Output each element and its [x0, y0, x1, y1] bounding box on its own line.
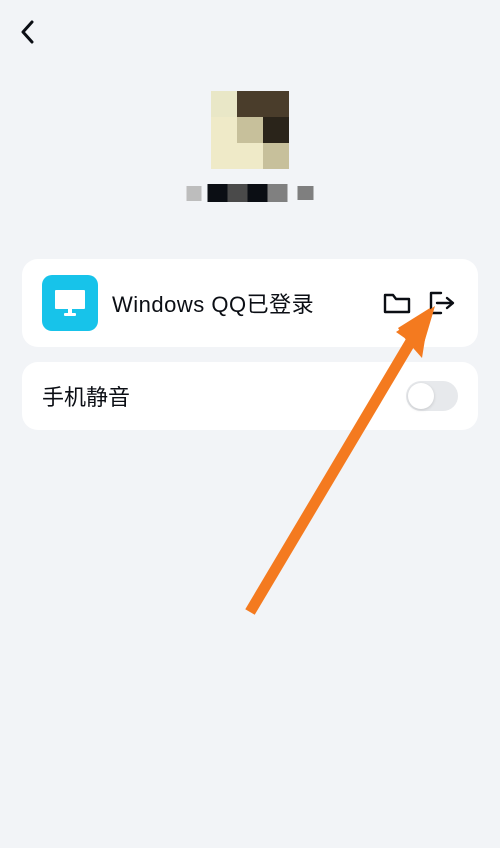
avatar-pixel [211, 143, 237, 169]
device-card: Windows QQ已登录 [22, 259, 478, 347]
open-file-transfer-button[interactable] [380, 286, 414, 320]
avatar-pixel [237, 117, 263, 143]
phone-mute-row: 手机静音 [22, 362, 478, 430]
nickname-censored [187, 182, 314, 204]
avatar-pixel [263, 143, 289, 169]
censor-block [268, 184, 288, 202]
censor-block [298, 186, 314, 200]
avatar-pixel [237, 91, 263, 117]
device-management-screen: Windows QQ已登录 手机静音 [0, 0, 500, 848]
logout-icon [427, 290, 455, 316]
back-button[interactable] [14, 18, 42, 46]
phone-mute-label: 手机静音 [42, 380, 406, 412]
avatar [211, 91, 289, 169]
monitor-icon [53, 288, 87, 318]
censor-block [187, 186, 202, 201]
avatar-pixel [263, 117, 289, 143]
logout-button[interactable] [424, 286, 458, 320]
phone-mute-toggle[interactable] [406, 381, 458, 411]
toggle-knob [408, 383, 434, 409]
avatar-pixel [211, 91, 237, 117]
avatar-pixel [237, 143, 263, 169]
avatar-pixel [211, 117, 237, 143]
censor-block [248, 184, 268, 202]
avatar-pixel [263, 91, 289, 117]
device-status-label: Windows QQ已登录 [112, 287, 380, 319]
folder-icon [383, 291, 411, 315]
censor-block [208, 184, 228, 202]
chevron-left-icon [20, 20, 36, 44]
device-icon-badge [42, 275, 98, 331]
censor-block [228, 184, 248, 202]
